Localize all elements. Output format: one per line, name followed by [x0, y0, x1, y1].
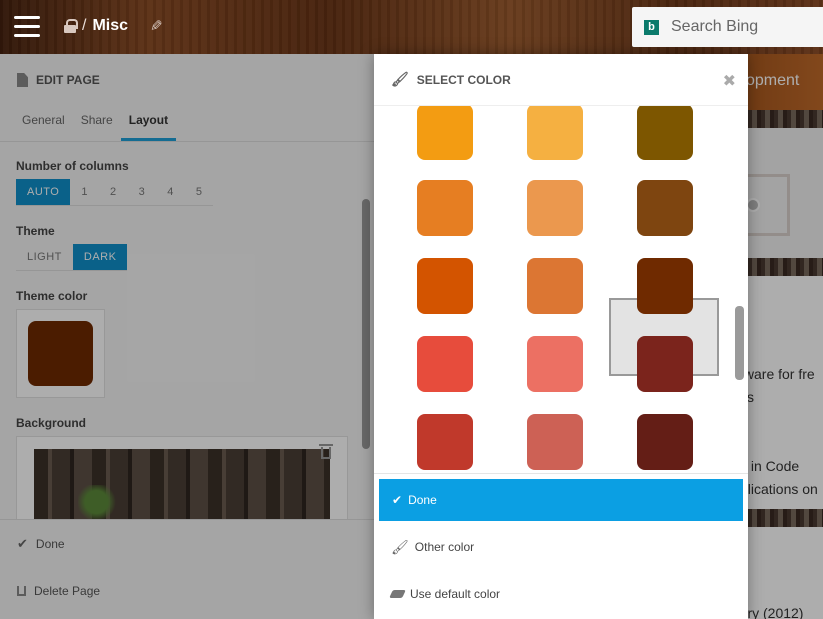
- banner-text: opment: [748, 72, 800, 89]
- select-color-header: 🖌 SELECT COLOR: [374, 54, 748, 106]
- breadcrumb-page[interactable]: Misc: [92, 17, 128, 35]
- color-grid: [374, 106, 748, 473]
- panel-scrollbar[interactable]: [362, 199, 370, 449]
- columns-option-4[interactable]: 4: [156, 179, 185, 205]
- tab-layout[interactable]: Layout: [120, 106, 177, 141]
- text-line: ys: [748, 389, 754, 405]
- check-icon: ✔: [17, 535, 28, 551]
- image-card: [748, 128, 823, 258]
- theme-color-swatch[interactable]: [16, 309, 105, 398]
- columns-option-1[interactable]: 1: [70, 179, 99, 205]
- background-page: opment tware for fre ys s in Code plicat…: [748, 54, 823, 619]
- color-swatch[interactable]: [637, 258, 693, 314]
- select-color-footer: ✔ Done 🖌 Other color Use default color: [374, 473, 748, 619]
- text-line: mary (2012): [748, 605, 804, 619]
- text-line: plications on: [748, 481, 818, 497]
- delete-page-button[interactable]: Delete Page: [0, 567, 374, 614]
- columns-option-5[interactable]: 5: [185, 179, 214, 205]
- done-button[interactable]: ✔ Done: [379, 479, 743, 521]
- close-icon[interactable]: ✖: [723, 71, 736, 91]
- brush-icon: 🖌: [391, 71, 409, 87]
- color-swatch[interactable]: [417, 258, 473, 314]
- page-icon: [17, 73, 28, 87]
- brush-icon: 🖌: [391, 538, 409, 555]
- edit-page-header: EDIT PAGE: [0, 54, 374, 106]
- color-swatch[interactable]: [527, 106, 583, 160]
- check-icon: ✔: [392, 493, 403, 507]
- background-label: Background: [16, 416, 87, 430]
- eraser-icon: [389, 590, 406, 598]
- select-color-dialog: 🖌 SELECT COLOR ✖ ✔ Done 🖌 Other color Us…: [374, 54, 748, 619]
- breadcrumb-separator: /: [82, 17, 87, 34]
- columns-option-auto[interactable]: AUTO: [16, 179, 71, 205]
- other-color-button[interactable]: 🖌 Other color: [374, 524, 748, 570]
- color-swatch[interactable]: [637, 106, 693, 160]
- edit-page-panel: EDIT PAGE General Share Layout Number of…: [0, 54, 374, 619]
- wood-strip: [748, 110, 823, 128]
- text-line: tware for fre: [748, 366, 815, 382]
- color-grid-scrollbar[interactable]: [735, 306, 744, 380]
- color-swatch[interactable]: [417, 414, 473, 470]
- color-swatch[interactable]: [637, 336, 693, 392]
- color-swatch[interactable]: [417, 180, 473, 236]
- columns-option-2[interactable]: 2: [99, 179, 128, 205]
- menu-icon[interactable]: [14, 16, 40, 38]
- text-line: s in Code: [748, 458, 800, 474]
- default-color-label: Use default color: [410, 587, 501, 601]
- theme-color-label: Theme color: [16, 289, 88, 303]
- theme-label: Theme: [16, 224, 55, 238]
- tab-general[interactable]: General: [14, 106, 73, 141]
- other-color-label: Other color: [414, 540, 475, 554]
- color-swatch[interactable]: [527, 258, 583, 314]
- pencil-icon[interactable]: ✎: [150, 17, 163, 35]
- lock-icon: [64, 19, 78, 33]
- color-swatch[interactable]: [417, 106, 473, 160]
- trash-icon[interactable]: [319, 444, 333, 459]
- trash-icon: [17, 585, 26, 596]
- color-swatch[interactable]: [527, 336, 583, 392]
- wood-strip: [748, 509, 823, 527]
- wood-strip: [748, 258, 823, 276]
- edit-page-footer: ✔ Done Delete Page: [0, 519, 374, 619]
- bing-icon: b: [644, 19, 659, 35]
- color-swatch[interactable]: [637, 414, 693, 470]
- color-swatch[interactable]: [637, 180, 693, 236]
- tab-share[interactable]: Share: [73, 106, 121, 141]
- breadcrumb: / Misc ✎: [64, 17, 163, 35]
- delete-page-label: Delete Page: [34, 583, 101, 598]
- done-button[interactable]: ✔ Done: [0, 520, 374, 567]
- columns-selector: AUTO 1 2 3 4 5: [16, 179, 214, 206]
- color-swatch[interactable]: [527, 414, 583, 470]
- theme-color-chip: [28, 321, 93, 386]
- layout-settings: Number of columns AUTO 1 2 3 4 5 Theme L…: [0, 143, 374, 573]
- color-swatch[interactable]: [417, 336, 473, 392]
- edit-page-tabs: General Share Layout: [0, 106, 374, 142]
- use-default-color-button[interactable]: Use default color: [374, 571, 748, 617]
- done-label: Done: [408, 493, 437, 507]
- done-label: Done: [35, 536, 65, 551]
- select-color-title: SELECT COLOR: [416, 72, 511, 87]
- search-input[interactable]: [671, 18, 821, 36]
- theme-selector: LIGHT DARK: [16, 244, 128, 271]
- theme-option-light[interactable]: LIGHT: [16, 244, 73, 270]
- color-swatch[interactable]: [527, 180, 583, 236]
- columns-option-3[interactable]: 3: [128, 179, 157, 205]
- theme-option-dark[interactable]: DARK: [72, 244, 128, 270]
- search-box[interactable]: b: [632, 7, 823, 47]
- page-banner: opment: [748, 54, 823, 110]
- edit-page-title: EDIT PAGE: [36, 73, 100, 87]
- columns-label: Number of columns: [16, 159, 129, 173]
